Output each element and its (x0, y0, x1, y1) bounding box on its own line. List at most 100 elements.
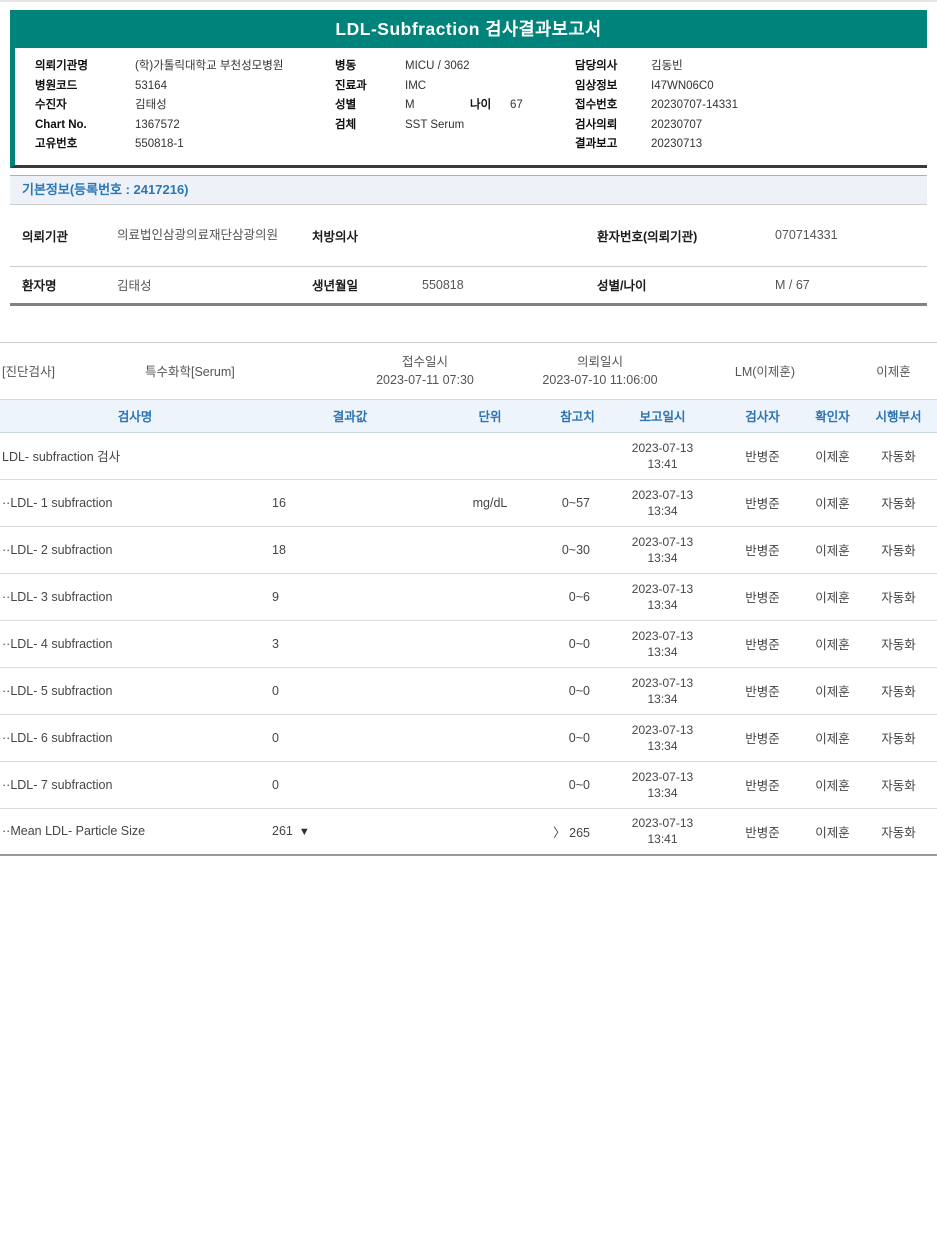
reported-time: 13:34 (605, 503, 720, 519)
reported-date: 2023-07-13 (605, 440, 720, 456)
field-label: 처방의사 (312, 226, 422, 245)
unit-cell (430, 714, 550, 761)
reference-range-cell: 〉 265 (550, 808, 605, 855)
field-label: 성별 (335, 96, 405, 116)
column-header-reported: 보고일시 (605, 399, 720, 432)
test-name-cell: ··Mean LDL- Particle Size (0, 808, 270, 855)
reference-range-cell: 0~30 (550, 526, 605, 573)
column-header-result: 결과값 (270, 399, 430, 432)
column-header-reference: 참고치 (550, 399, 605, 432)
result-row: ··LDL- 6 subfraction 0 0~0 2023-07-13 13… (0, 714, 937, 761)
field-value: M (405, 96, 470, 116)
test-name-cell: ··LDL- 7 subfraction (0, 761, 270, 808)
test-name-cell: ··LDL- 5 subfraction (0, 667, 270, 714)
field-label: 수진자 (35, 96, 135, 116)
reported-datetime-cell: 2023-07-13 13:34 (605, 761, 720, 808)
field-label: 접수번호 (575, 96, 651, 116)
basic-info-section-title: 기본정보(등록번호 : 2417216) (22, 182, 189, 197)
info-row-specimen: 검체 SST Serum (335, 116, 575, 136)
field-value: 20230713 (651, 135, 702, 155)
field-label: 환자명 (22, 275, 117, 294)
basic-info-section-header: 기본정보(등록번호 : 2417216) (10, 175, 927, 205)
info-row-unique-no: 고유번호 550818-1 (35, 135, 335, 155)
requested-datetime: 의뢰일시 2023-07-10 11:06:00 (520, 343, 680, 399)
reported-date: 2023-07-13 (605, 628, 720, 644)
basic-info-row: 환자명 김태성 생년월일 550818 성별/나이 M / 67 (10, 267, 927, 303)
result-value: 18 (272, 543, 286, 557)
tester-cell: 반병준 (720, 620, 805, 667)
reported-time: 13:34 (605, 738, 720, 754)
reported-time: 13:41 (605, 831, 720, 847)
result-value-cell: 3 (270, 620, 430, 667)
field-value: 김태성 (117, 275, 312, 294)
test-category: [진단검사] (0, 343, 145, 399)
field-value: 20230707-14331 (651, 96, 738, 116)
result-value-cell: 0 (270, 667, 430, 714)
reported-date: 2023-07-13 (605, 815, 720, 831)
verifier-cell: 이제훈 (805, 808, 860, 855)
verifier-cell: 이제훈 (805, 714, 860, 761)
unit-cell: mg/dL (430, 479, 550, 526)
result-value-cell: 261▼ (270, 808, 430, 855)
result-value: 0 (272, 778, 279, 792)
basic-info-row: 의뢰기관 의료법인삼광의료재단삼광의원 처방의사 환자번호(의뢰기관) 0707… (10, 205, 927, 267)
field-value: 의료법인삼광의료재단삼광의원 (117, 227, 312, 244)
reported-date: 2023-07-13 (605, 722, 720, 738)
info-row-sex-age: 성별 M 나이 67 (335, 96, 575, 116)
lab-name: LM(이제훈) (680, 343, 850, 399)
header-info-col-left: 의뢰기관명 (학)가톨릭대학교 부천성모병원 병원코드 53164 수진자 김태… (35, 57, 335, 155)
verifier-cell: 이제훈 (805, 573, 860, 620)
field-value: 1367572 (135, 116, 180, 136)
reference-range-cell: 0~0 (550, 620, 605, 667)
info-row-order-date: 검사의뢰 20230707 (575, 116, 738, 136)
department-cell: 자동화 (860, 479, 937, 526)
field-label: 의뢰기관 (22, 226, 117, 245)
tester-cell: 반병준 (720, 714, 805, 761)
department-cell: 자동화 (860, 620, 937, 667)
tester-cell: 반병준 (720, 761, 805, 808)
unit-cell (430, 667, 550, 714)
test-name-cell: ··LDL- 3 subfraction (0, 573, 270, 620)
basic-info-table: 의뢰기관 의료법인삼광의료재단삼광의원 처방의사 환자번호(의뢰기관) 0707… (10, 205, 927, 306)
reported-time: 13:34 (605, 644, 720, 660)
reported-time: 13:34 (605, 550, 720, 566)
verifier-cell: 이제훈 (805, 526, 860, 573)
reported-date: 2023-07-13 (605, 769, 720, 785)
result-row: ··LDL- 2 subfraction 18 0~30 2023-07-13 … (0, 526, 937, 573)
field-value: SST Serum (405, 116, 464, 136)
column-header-department: 시행부서 (860, 399, 937, 432)
field-value: 20230707 (651, 116, 702, 136)
field-label: 병원코드 (35, 77, 135, 97)
reported-time: 13:34 (605, 691, 720, 707)
unit-cell (430, 761, 550, 808)
results-body: LDL- subfraction 검사 2023-07-13 13:41 반병준… (0, 432, 937, 855)
received-label: 접수일시 (330, 353, 520, 371)
department-cell: 자동화 (860, 573, 937, 620)
verifier-cell: 이제훈 (805, 620, 860, 667)
result-value: 261 (272, 824, 293, 838)
test-name-cell: ··LDL- 2 subfraction (0, 526, 270, 573)
reference-range-cell: 0~0 (550, 714, 605, 761)
tester-cell: 반병준 (720, 808, 805, 855)
reported-datetime-cell: 2023-07-13 13:34 (605, 620, 720, 667)
field-label: 의뢰기관명 (35, 57, 135, 77)
result-row: ··Mean LDL- Particle Size 261▼ 〉 265 202… (0, 808, 937, 855)
test-name-cell: ··LDL- 4 subfraction (0, 620, 270, 667)
header-info-col-center: 병동 MICU / 3062 진료과 IMC 성별 M 나이 67 검체 SST… (335, 57, 575, 155)
verifier-cell: 이제훈 (805, 432, 860, 479)
reported-datetime-cell: 2023-07-13 13:34 (605, 573, 720, 620)
field-label: 검사의뢰 (575, 116, 651, 136)
test-name-cell: ··LDL- 1 subfraction (0, 479, 270, 526)
field-label: 성별/나이 (597, 275, 775, 294)
result-value-cell: 9 (270, 573, 430, 620)
results-section: [진단검사] 특수화학[Serum] 접수일시 2023-07-11 07:30… (0, 342, 937, 857)
result-value: 3 (272, 637, 279, 651)
field-value: 김동빈 (651, 57, 683, 77)
reported-date: 2023-07-13 (605, 534, 720, 550)
header-info-block: 의뢰기관명 (학)가톨릭대학교 부천성모병원 병원코드 53164 수진자 김태… (10, 48, 927, 168)
reported-date: 2023-07-13 (605, 487, 720, 503)
department-cell: 자동화 (860, 761, 937, 808)
department-cell: 자동화 (860, 808, 937, 855)
unit-cell (430, 573, 550, 620)
test-name-cell: ··LDL- 6 subfraction (0, 714, 270, 761)
